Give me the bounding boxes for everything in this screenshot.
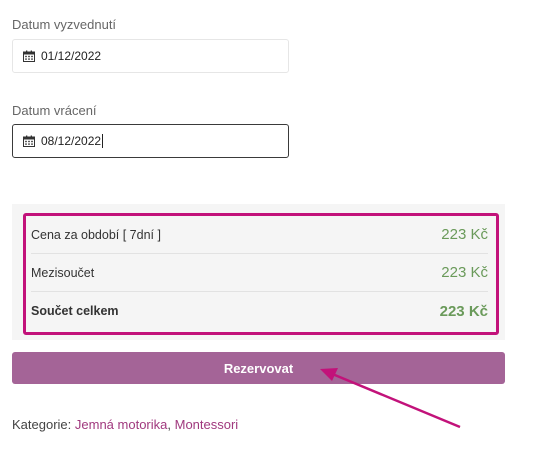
summary-row-subtotal: Mezisoučet 223 Kč (31, 254, 488, 292)
return-date-label: Datum vrácení (12, 103, 97, 118)
calendar-icon (23, 50, 35, 62)
pickup-date-label: Datum vyzvednutí (12, 17, 117, 32)
pickup-date-field[interactable]: 01/12/2022 (12, 39, 289, 73)
return-date-value: 08/12/2022 (41, 134, 102, 148)
category-link-jemna-motorika[interactable]: Jemná motorika (75, 417, 167, 432)
calendar-icon (23, 135, 35, 147)
reserve-button[interactable]: Rezervovat (12, 352, 505, 384)
return-date-field[interactable]: 08/12/2022 (12, 124, 289, 158)
summary-row-price: 223 Kč (439, 302, 488, 320)
summary-row-label: Mezisoučet (31, 265, 95, 280)
pickup-date-value: 01/12/2022 (41, 49, 102, 63)
summary-row-price: 223 Kč (441, 264, 488, 281)
summary-row-price: 223 Kč (441, 226, 488, 243)
summary-row-label: Součet celkem (31, 304, 119, 318)
summary-row-total: Součet celkem 223 Kč (31, 292, 488, 330)
categories-prefix: Kategorie: (12, 417, 72, 432)
price-summary-highlight: Cena za období [ 7dní ] 223 Kč Mezisouče… (23, 213, 499, 335)
category-link-montessori[interactable]: Montessori (175, 417, 239, 432)
summary-row-period: Cena za období [ 7dní ] 223 Kč (31, 216, 488, 254)
text-caret (102, 134, 104, 148)
summary-row-label: Cena za období [ 7dní ] (31, 227, 161, 242)
product-categories: Kategorie: Jemná motorika, Montessori (12, 417, 238, 432)
categories-separator: , (167, 417, 175, 432)
